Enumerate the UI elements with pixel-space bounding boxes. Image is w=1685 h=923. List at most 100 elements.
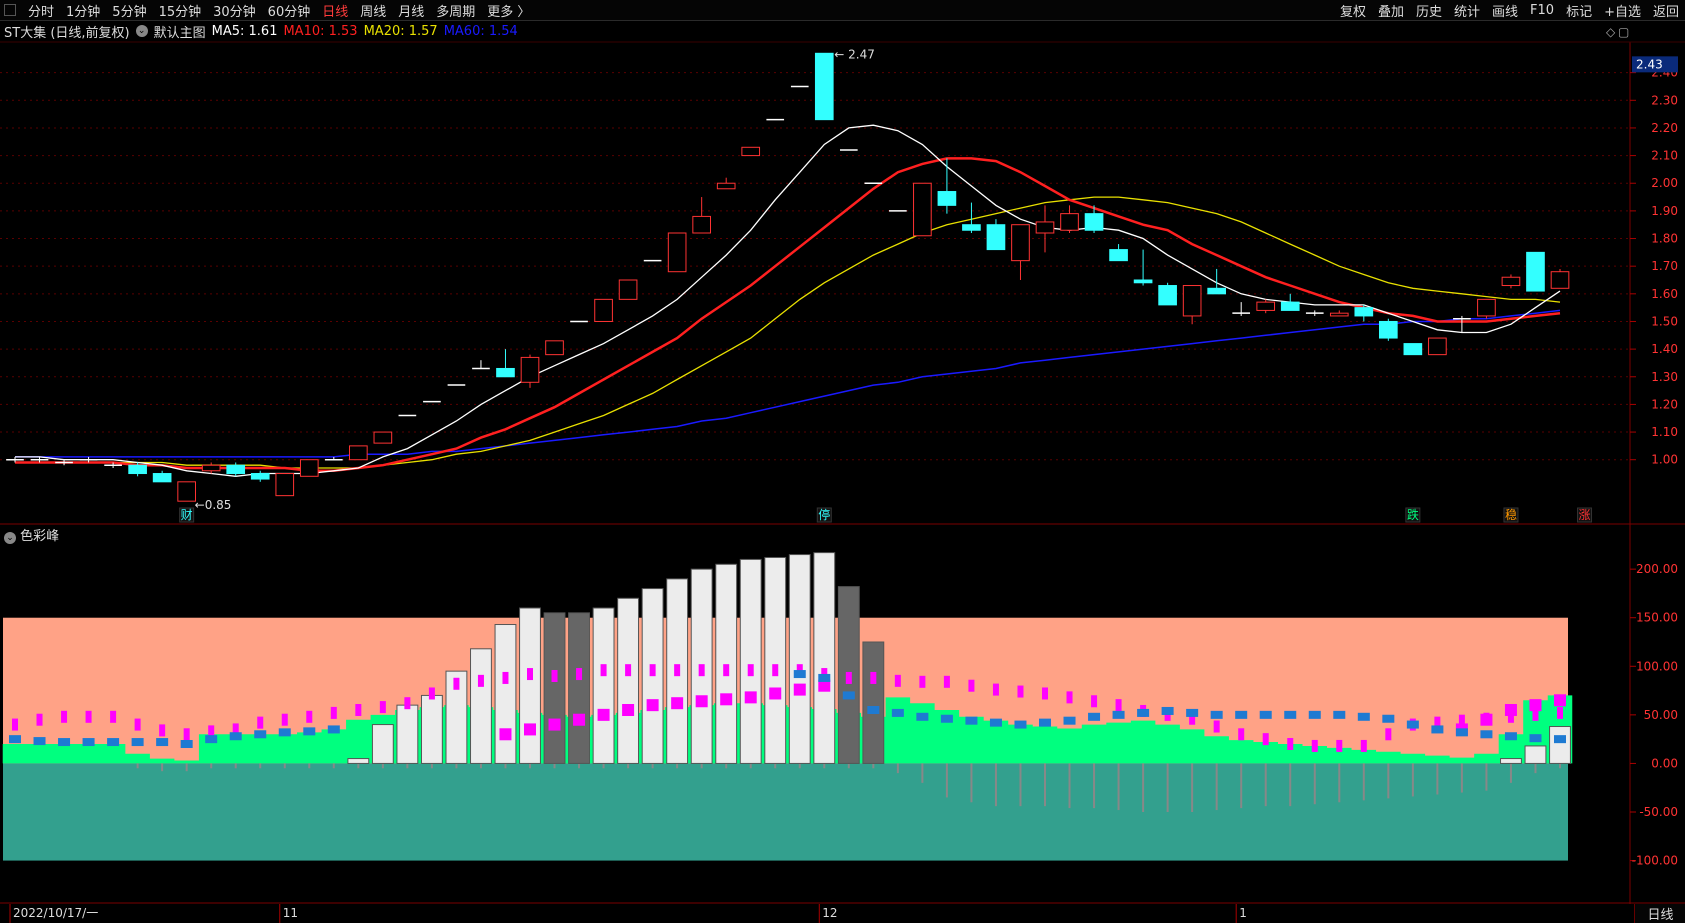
candle-body [177, 481, 196, 502]
magenta-marker [894, 674, 901, 687]
price-tick-label: 1.50 [1651, 314, 1678, 328]
magenta-marker [698, 664, 705, 677]
blue-marker [1333, 710, 1346, 719]
blue-marker [1406, 720, 1419, 729]
magenta-marker [1385, 728, 1392, 741]
blue-marker [1357, 712, 1370, 721]
candle-body [1403, 343, 1423, 356]
blue-marker [180, 740, 193, 748]
blue-marker [1259, 710, 1272, 719]
magenta-lower-marker [1480, 713, 1493, 726]
peak-bar [568, 612, 590, 764]
magenta-marker [281, 713, 288, 726]
blue-marker [1039, 718, 1051, 727]
grid-toggle-icon: ▢ [1618, 25, 1629, 39]
candle-body [741, 146, 761, 157]
peak-bar [470, 648, 492, 764]
peak-bar [813, 552, 836, 764]
blue-marker [818, 673, 831, 682]
peak-bar [739, 558, 762, 764]
blue-marker [965, 716, 978, 725]
event-marker: 稳 [1505, 507, 1517, 522]
magenta-marker [1262, 733, 1269, 746]
magenta-marker [110, 710, 117, 723]
diamond-icon: ◇ [1606, 25, 1616, 39]
magenta-marker [355, 704, 362, 716]
magenta-marker [625, 664, 632, 677]
indicator-title[interactable]: ⌄ 色彩峰 [4, 525, 59, 544]
magenta-marker [404, 697, 411, 710]
magenta-marker [1042, 687, 1048, 700]
blue-marker [131, 738, 144, 747]
high-price-label: ← 2.47 [834, 47, 875, 61]
blue-marker [9, 735, 21, 744]
blue-marker [1014, 720, 1027, 729]
magenta-lower-marker [597, 708, 610, 721]
indicator-tick-label: 100.00 [1636, 659, 1678, 673]
event-marker: 涨 [1579, 507, 1591, 522]
magenta-lower-marker [1529, 699, 1542, 712]
blue-marker [1137, 708, 1150, 717]
candle-body [275, 473, 295, 497]
teal-band [3, 763, 1568, 861]
indicator-collapse-icon[interactable]: ⌄ [4, 532, 16, 544]
timeframe-text: 日线 [1647, 908, 1674, 923]
candle-body [1379, 320, 1398, 339]
last-price-label: 2.43 [1636, 57, 1663, 71]
blue-marker [1504, 732, 1517, 741]
blue-marker [1480, 730, 1493, 739]
candle-body [128, 464, 147, 475]
magenta-marker [551, 670, 558, 682]
blue-marker [940, 714, 953, 723]
price-tick-label: 1.30 [1651, 370, 1678, 384]
magenta-marker [85, 710, 92, 723]
price-tick-label: 1.80 [1651, 232, 1678, 246]
peak-bar [617, 597, 640, 764]
candle-body [250, 473, 270, 480]
magenta-marker [61, 710, 68, 723]
candle-body [1207, 287, 1226, 295]
candlestick-panel: ← 2.47 ←0.85财 停 跌 稳 涨 [6, 47, 1593, 523]
price-tick-label: 1.40 [1651, 342, 1678, 356]
indicator-tick-label: 0.00 [1651, 756, 1678, 770]
price-tick-label: 1.20 [1651, 397, 1678, 411]
magenta-lower-marker [744, 691, 757, 704]
blue-marker [793, 670, 806, 679]
candle-body [1526, 251, 1545, 292]
candle-body [349, 445, 368, 461]
blue-marker [229, 732, 242, 741]
indicator-tick-label: 200.00 [1636, 562, 1678, 576]
peak-bar [715, 563, 738, 764]
blue-marker [842, 691, 855, 700]
candle-body [299, 459, 319, 477]
indicator-tick-label: -100.00 [1632, 854, 1678, 868]
magenta-lower-marker [1504, 704, 1517, 716]
date-label: 11 [283, 906, 298, 920]
date-label: 2022/10/17/一 [13, 906, 98, 920]
magenta-marker [1238, 728, 1245, 741]
indicator-tick-label: 50.00 [1644, 708, 1678, 722]
blue-marker [1455, 728, 1468, 737]
magenta-marker [1557, 706, 1563, 719]
magenta-marker [576, 668, 583, 681]
magenta-marker [649, 664, 656, 677]
magenta-marker [919, 675, 926, 688]
date-label: 1 [1239, 906, 1247, 920]
magenta-marker [1336, 739, 1343, 752]
magenta-marker [1017, 685, 1024, 698]
stock-chart[interactable]: ← 2.47←0.85财停跌稳涨 2.402.302.202.102.001.9… [0, 0, 1685, 923]
magenta-lower-marker [499, 728, 512, 741]
candle-body [1084, 213, 1104, 231]
magenta-lower-marker [671, 697, 684, 710]
magenta-marker [600, 664, 607, 677]
blue-marker [205, 735, 218, 744]
event-marker: 财 [181, 508, 193, 522]
peak-bar [1524, 745, 1547, 764]
candle-body [152, 473, 172, 483]
blue-marker [1088, 712, 1101, 721]
magenta-marker [330, 706, 337, 719]
peak-bar [420, 694, 443, 764]
peak-bar [396, 704, 419, 764]
candle-body [496, 367, 515, 378]
magenta-marker [1311, 739, 1318, 752]
